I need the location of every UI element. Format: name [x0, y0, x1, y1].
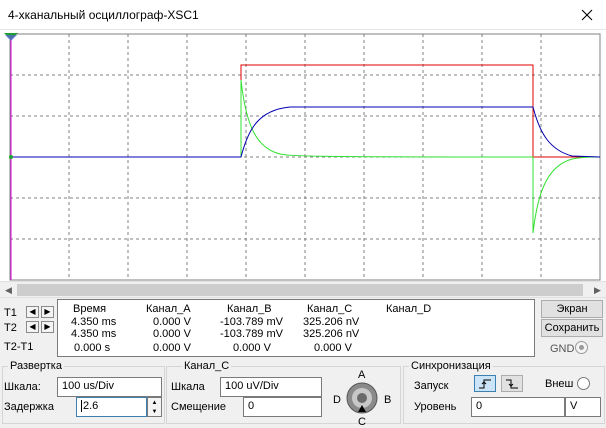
table-cell: -103.789 mV — [220, 316, 283, 328]
trigger-level-unit[interactable]: V — [565, 397, 601, 417]
scroll-right-button[interactable]: ▶ — [589, 282, 606, 298]
arrow-right-icon: ▶ — [594, 284, 601, 295]
scrollbar-thumb[interactable] — [17, 284, 583, 296]
timebase-title: Развертка — [8, 360, 64, 372]
table-cell: 4.350 ms — [71, 328, 117, 340]
external-trigger-label: Внеш — [545, 378, 574, 390]
trigger-title: Синхронизация — [409, 360, 493, 372]
trigger-level-label: Уровень — [414, 401, 457, 413]
ground-marker-icon — [9, 155, 13, 159]
table-cell: 0.000 V — [314, 342, 352, 354]
table-cell: 0.000 V — [233, 342, 271, 354]
gnd-radio[interactable] — [575, 341, 588, 354]
offset-input[interactable]: 0 — [243, 397, 322, 417]
title-bar: 4-хканальный осциллограф-XSC1 — [0, 0, 606, 30]
header-channel-a: Канал_A — [146, 303, 191, 315]
scroll-left-button[interactable]: ◀ — [0, 282, 17, 298]
trigger-level-input[interactable]: 0 — [471, 397, 565, 417]
horizontal-scrollbar[interactable]: ◀ ▶ — [0, 281, 606, 298]
spin-down-icon[interactable]: ▼ — [148, 407, 161, 416]
knob-label-d: D — [333, 394, 341, 406]
window-title: 4-хканальный осциллограф-XSC1 — [8, 8, 199, 22]
channel-scale-input[interactable]: 100 uV/Div — [220, 377, 322, 397]
spin-up-icon[interactable]: ▲ — [148, 398, 161, 407]
channel-selector-knob-icon[interactable] — [345, 381, 379, 415]
delay-spinner[interactable]: ▲ ▼ — [147, 397, 162, 417]
header-channel-b: Канал_B — [227, 303, 272, 315]
arrow-right-icon: ▶ — [44, 322, 51, 331]
arrow-left-icon: ◀ — [5, 284, 12, 295]
delay-value: 2.6 — [83, 400, 99, 412]
scope-display[interactable] — [0, 30, 606, 282]
t2-right-button[interactable]: ▶ — [41, 321, 54, 333]
gnd-radio-dot — [579, 345, 584, 350]
offset-label: Смещение — [171, 401, 227, 413]
table-cell: 0.000 V — [153, 328, 191, 340]
t2-left-button[interactable]: ◀ — [26, 321, 39, 333]
header-channel-c: Канал_C — [307, 303, 353, 315]
table-cell: 0.000 V — [153, 316, 191, 328]
save-button[interactable]: Сохранить — [541, 319, 603, 337]
text-cursor — [81, 400, 82, 413]
falling-edge-icon — [506, 379, 518, 388]
close-icon — [581, 9, 593, 21]
screen-button[interactable]: Экран — [541, 300, 603, 318]
knob-label-a: A — [358, 369, 366, 381]
table-cell: -103.789 mV — [220, 328, 283, 340]
channel-scale-label: Шкала — [171, 381, 205, 393]
t1-right-button[interactable]: ▶ — [41, 306, 54, 318]
header-time: Время — [73, 303, 107, 315]
knob-label-c: C — [358, 416, 366, 428]
delay-input[interactable]: 2.6 — [76, 397, 147, 417]
channel-title: Канал_C — [182, 360, 232, 372]
arrow-left-icon: ◀ — [29, 322, 36, 331]
cursor-t1-label: T1 — [4, 307, 17, 319]
cursor-t2-marker-icon[interactable] — [5, 35, 17, 41]
cursor-delta-label: T2-T1 — [4, 341, 34, 353]
table-cell: 0.000 s — [74, 342, 111, 354]
gnd-label: GND — [550, 343, 575, 355]
arrow-left-icon: ◀ — [29, 307, 36, 316]
close-button[interactable] — [570, 2, 604, 28]
timebase-scale-input[interactable]: 100 us/Div — [57, 377, 162, 397]
scope-screen[interactable] — [0, 30, 606, 282]
trigger-start-label: Запуск — [414, 380, 449, 392]
table-cell: 325.206 nV — [303, 328, 360, 340]
rising-edge-button[interactable] — [474, 375, 496, 392]
cursor-readout-table: Время Канал_A Канал_B Канал_C Канал_D 4.… — [57, 299, 535, 357]
delay-label: Задержка — [4, 401, 54, 413]
table-cell: 0.000 V — [153, 342, 191, 354]
knob-label-b: B — [384, 394, 392, 406]
table-cell: 325.206 nV — [303, 316, 360, 328]
header-channel-d: Канал_D — [386, 303, 432, 315]
arrow-right-icon: ▶ — [44, 307, 51, 316]
t1-left-button[interactable]: ◀ — [26, 306, 39, 318]
external-trigger-radio[interactable] — [577, 377, 590, 390]
rising-edge-icon — [479, 379, 491, 388]
timebase-scale-label: Шкала: — [4, 381, 41, 393]
table-cell: 4.350 ms — [71, 316, 117, 328]
falling-edge-button[interactable] — [501, 375, 523, 392]
cursor-t2-label: T2 — [4, 322, 17, 334]
